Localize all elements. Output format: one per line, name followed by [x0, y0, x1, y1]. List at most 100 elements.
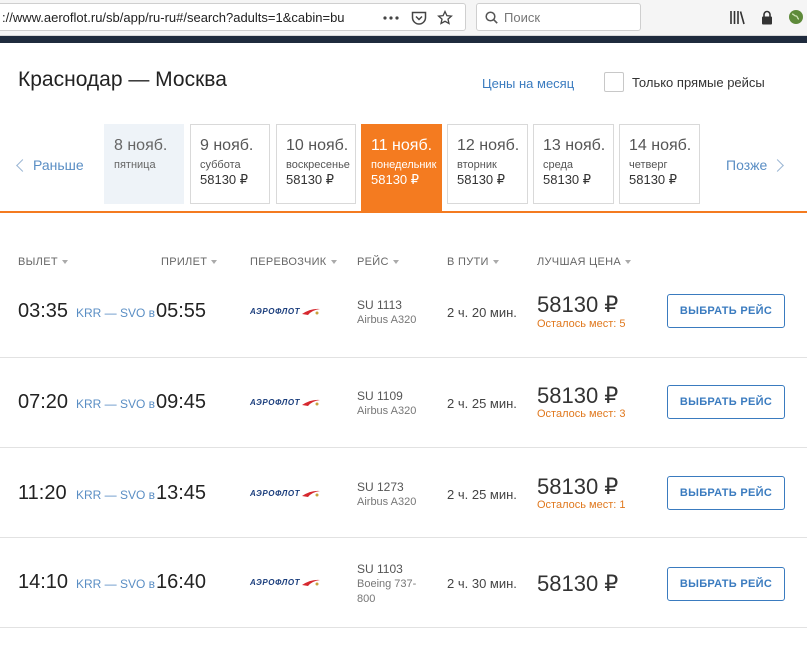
aeroflot-wing-icon: [302, 490, 321, 497]
flight-row: 07:20 KRR — SVO в 09:45 АЭРОФЛОТ SU 1109…: [0, 358, 807, 448]
header-carrier-label: ПЕРЕВОЗЧИК: [250, 256, 327, 268]
date-cell-price: 58130 ₽: [457, 172, 506, 187]
flight-row: 03:35 KRR — SVO в 05:55 АЭРОФЛОТ SU 1113…: [0, 268, 807, 358]
page-actions-icon[interactable]: [382, 9, 400, 27]
arrival-time: 16:40: [156, 571, 207, 593]
sort-departure[interactable]: ВЫЛЕТ: [18, 256, 68, 268]
flight-row: 11:20 KRR — SVO в 13:45 АЭРОФЛОТ SU 1273…: [0, 448, 807, 538]
bookmark-star-icon[interactable]: [436, 9, 454, 27]
sort-best-price[interactable]: ЛУЧШАЯ ЦЕНА: [537, 256, 632, 268]
aeroflot-wing-icon: [302, 308, 321, 315]
departure-time: 03:35: [18, 300, 69, 322]
later-label: Позже: [726, 157, 768, 173]
later-dates-button[interactable]: Позже: [726, 157, 785, 173]
date-cell-8[interactable]: 8 нояб. пятница: [104, 124, 184, 204]
select-flight-button[interactable]: ВЫБРАТЬ РЕЙС: [667, 567, 785, 601]
arrival-time: 05:55: [156, 300, 207, 322]
earlier-label: Раньше: [33, 157, 84, 173]
date-cell-date: 11 нояб.: [371, 137, 433, 154]
aeroflot-logo-text: АЭРОФЛОТ: [250, 578, 301, 587]
select-flight-button[interactable]: ВЫБРАТЬ РЕЙС: [667, 476, 785, 510]
arrival-time: 13:45: [156, 482, 207, 504]
flight-number: SU 1109: [357, 389, 403, 403]
aeroflot-logo-text: АЭРОФЛОТ: [250, 489, 301, 498]
flight-price: 58130 ₽: [537, 571, 619, 596]
site-header-strip: [0, 36, 807, 43]
sort-caret-icon: [211, 260, 218, 264]
date-cell-weekday: вторник: [457, 159, 497, 171]
date-cell-weekday: среда: [543, 159, 574, 171]
flight-price: 58130 ₽: [537, 474, 619, 499]
sort-flight[interactable]: РЕЙС: [357, 256, 399, 268]
aeroflot-logo: АЭРОФЛОТ: [250, 578, 321, 587]
date-cell-date: 13 нояб.: [543, 137, 606, 154]
aircraft-type: Airbus A320: [357, 314, 417, 326]
aeroflot-logo: АЭРОФЛОТ: [250, 398, 321, 407]
sort-caret-icon: [392, 260, 399, 264]
date-cell-14[interactable]: 14 нояб. четверг 58130 ₽: [619, 124, 700, 204]
date-cell-price: 58130 ₽: [371, 172, 420, 187]
aeroflot-logo-text: АЭРОФЛОТ: [250, 307, 301, 316]
direct-flights-checkbox[interactable]: [604, 72, 624, 92]
date-cell-10[interactable]: 10 нояб. воскресенье 58130 ₽: [276, 124, 356, 204]
chevron-left-icon: [16, 158, 29, 172]
header-duration-label: В ПУТИ: [447, 256, 489, 268]
aeroflot-logo: АЭРОФЛОТ: [250, 489, 321, 498]
date-cell-weekday: суббота: [200, 159, 241, 171]
date-cell-date: 8 нояб.: [114, 137, 168, 154]
sort-caret-icon: [330, 260, 337, 264]
route-codes: KRR — SVO в: [76, 397, 156, 411]
header-departure-label: ВЫЛЕТ: [18, 256, 58, 268]
browser-search-input[interactable]: [504, 9, 624, 25]
search-icon: [485, 10, 498, 24]
chevron-right-icon: [771, 158, 785, 172]
departure-time: 07:20: [18, 391, 69, 413]
lock-icon[interactable]: [758, 8, 776, 26]
address-bar[interactable]: ://www.aeroflot.ru/sb/app/ru-ru#/search?…: [0, 3, 466, 31]
sort-arrival[interactable]: ПРИЛЕТ: [161, 256, 218, 268]
date-cell-price: 58130 ₽: [200, 172, 249, 187]
aircraft-type: Airbus A320: [357, 405, 417, 417]
sort-duration[interactable]: В ПУТИ: [447, 256, 499, 268]
seats-left: Осталось мест: 3: [537, 408, 626, 420]
flight-duration: 2 ч. 30 мин.: [447, 576, 517, 591]
aeroflot-logo: АЭРОФЛОТ: [250, 307, 321, 316]
aircraft-type: Boeing 737-800: [357, 578, 417, 605]
browser-search-box[interactable]: [476, 3, 641, 31]
sort-caret-icon: [492, 260, 499, 264]
direct-flights-label[interactable]: Только прямые рейсы: [632, 75, 765, 90]
date-cell-weekday: воскресенье: [286, 159, 350, 171]
date-cell-date: 10 нояб.: [286, 137, 349, 154]
route-codes: KRR — SVO в: [76, 306, 156, 320]
aircraft-type: Airbus A320: [357, 496, 417, 508]
sort-carrier[interactable]: ПЕРЕВОЗЧИК: [250, 256, 337, 268]
header-flight-label: РЕЙС: [357, 256, 389, 268]
flight-price: 58130 ₽: [537, 383, 619, 408]
library-icon[interactable]: [728, 8, 746, 26]
flight-duration: 2 ч. 20 мин.: [447, 305, 517, 320]
select-flight-button[interactable]: ВЫБРАТЬ РЕЙС: [667, 385, 785, 419]
address-bar-url[interactable]: ://www.aeroflot.ru/sb/app/ru-ru#/search?…: [0, 10, 355, 25]
date-cell-12[interactable]: 12 нояб. вторник 58130 ₽: [447, 124, 528, 204]
date-cell-date: 9 нояб.: [200, 137, 254, 154]
flight-row: 14:10 KRR — SVO в 16:40 АЭРОФЛОТ SU 1103…: [0, 538, 807, 628]
flight-duration: 2 ч. 25 мин.: [447, 396, 517, 411]
date-cell-11-selected[interactable]: 11 нояб. понедельник 58130 ₽: [361, 124, 442, 212]
date-cell-price: 58130 ₽: [543, 172, 592, 187]
earlier-dates-button[interactable]: Раньше: [16, 157, 84, 173]
date-cell-weekday: пятница: [114, 159, 156, 171]
extension-globe-icon[interactable]: [787, 8, 805, 26]
seats-left: Осталось мест: 1: [537, 499, 626, 511]
date-cell-9[interactable]: 9 нояб. суббота 58130 ₽: [190, 124, 270, 204]
date-cell-date: 12 нояб.: [457, 137, 520, 154]
aeroflot-logo-text: АЭРОФЛОТ: [250, 398, 301, 407]
date-cell-13[interactable]: 13 нояб. среда 58130 ₽: [533, 124, 614, 204]
departure-time: 14:10: [18, 571, 69, 593]
seats-left: Осталось мест: 5: [537, 318, 626, 330]
month-prices-link[interactable]: Цены на месяц: [482, 76, 574, 91]
select-flight-button[interactable]: ВЫБРАТЬ РЕЙС: [667, 294, 785, 328]
sort-caret-icon: [625, 260, 632, 264]
pocket-icon[interactable]: [410, 9, 428, 27]
aeroflot-wing-icon: [302, 579, 321, 586]
sort-caret-icon: [61, 260, 68, 264]
